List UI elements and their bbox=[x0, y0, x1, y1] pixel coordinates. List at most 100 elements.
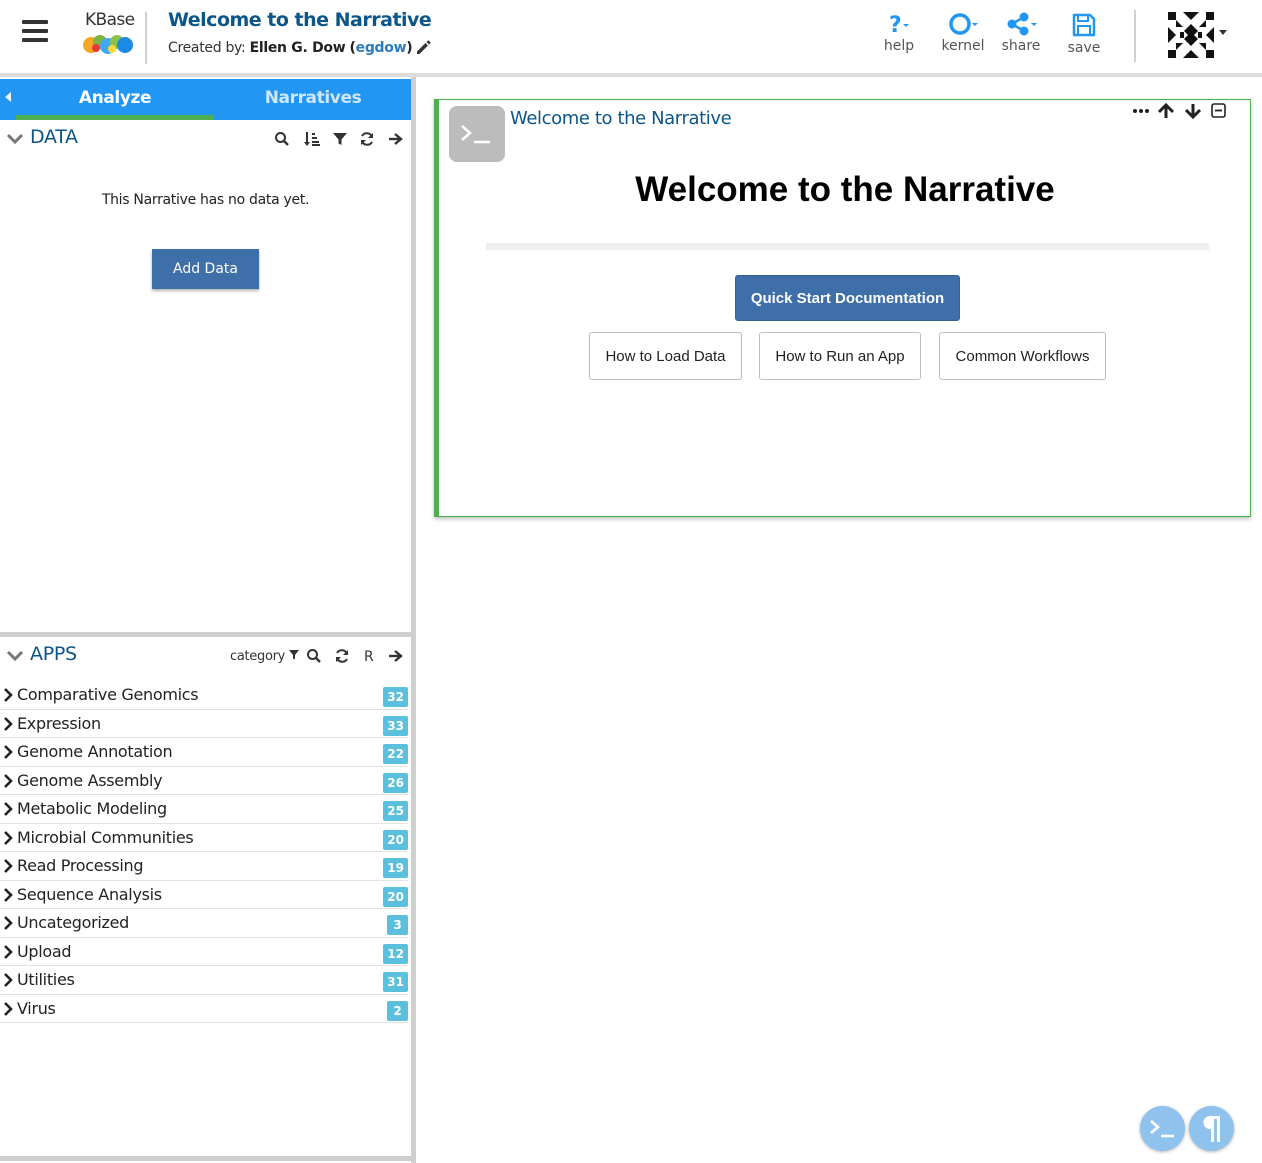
chevron-right-icon bbox=[4, 1001, 13, 1016]
question-icon: ? bbox=[889, 13, 909, 36]
category-count-badge: 12 bbox=[383, 943, 408, 964]
pencil-icon[interactable] bbox=[414, 37, 434, 57]
cell-title: Welcome to the Narrative bbox=[510, 108, 732, 129]
side-panel: Analyze Narratives DATA This Narrative h… bbox=[0, 77, 416, 1163]
chevron-right-icon bbox=[4, 916, 13, 930]
category-count-badge: 3 bbox=[387, 915, 408, 935]
data-section-header: DATA bbox=[0, 122, 411, 156]
logo-graphic-icon bbox=[83, 35, 133, 54]
add-data-button[interactable]: Add Data bbox=[152, 249, 259, 289]
owner-userid-link[interactable]: egdow bbox=[356, 40, 407, 56]
arrow-down-icon[interactable] bbox=[1184, 102, 1202, 120]
category-row-comparative-genomics[interactable]: Comparative Genomics 32 bbox=[0, 681, 408, 710]
chevron-right-icon bbox=[4, 887, 13, 902]
owner-paren-close: ) bbox=[406, 40, 413, 56]
run-app-button[interactable]: How to Run an App bbox=[759, 332, 921, 380]
floppy-icon bbox=[1072, 13, 1096, 37]
chevron-right-icon bbox=[4, 802, 13, 816]
category-count-badge: 26 bbox=[383, 772, 408, 793]
category-count-badge: 22 bbox=[383, 744, 408, 764]
category-row-utilities[interactable]: Utilities 31 bbox=[0, 966, 408, 995]
load-data-button[interactable]: How to Load Data bbox=[589, 332, 742, 380]
kernel-label: kernel bbox=[941, 38, 985, 54]
chevron-right-icon bbox=[4, 688, 13, 702]
terminal-icon bbox=[449, 106, 505, 162]
category-name: Metabolic Modeling bbox=[17, 799, 167, 818]
category-row-metabolic-modeling[interactable]: Metabolic Modeling 25 bbox=[0, 795, 408, 824]
category-name: Expression bbox=[17, 713, 101, 733]
category-row-virus[interactable]: Virus 2 bbox=[0, 995, 408, 1023]
category-name: Comparative Genomics bbox=[17, 685, 199, 704]
category-row-upload[interactable]: Upload 12 bbox=[0, 938, 408, 966]
markdown-cell[interactable]: Welcome to the Narrative Welcome to the … bbox=[434, 99, 1251, 517]
tab-analyze[interactable]: Analyze bbox=[16, 79, 214, 120]
ellipsis-icon[interactable] bbox=[1132, 102, 1150, 120]
category-count-badge: 2 bbox=[387, 1000, 408, 1021]
category-row-sequence-analysis[interactable]: Sequence Analysis 20 bbox=[0, 881, 408, 909]
horizontal-rule bbox=[486, 243, 1209, 250]
category-filter-dropdown[interactable]: category bbox=[230, 649, 299, 664]
quick-start-docs-button[interactable]: Quick Start Documentation bbox=[735, 275, 960, 321]
arrow-right-icon[interactable] bbox=[387, 648, 403, 664]
collapse-icon[interactable] bbox=[1210, 102, 1228, 120]
share-button[interactable]: share bbox=[993, 12, 1049, 62]
header-divider bbox=[145, 12, 147, 64]
share-icon bbox=[1007, 12, 1037, 36]
search-icon[interactable] bbox=[306, 648, 322, 664]
category-row-read-processing[interactable]: Read Processing 19 bbox=[0, 852, 408, 881]
category-name: Read Processing bbox=[17, 856, 144, 875]
menu-icon[interactable] bbox=[22, 20, 48, 42]
panel-divider bbox=[0, 1156, 411, 1161]
sort-icon[interactable] bbox=[304, 131, 320, 147]
chevron-down-icon[interactable] bbox=[6, 130, 24, 148]
filter-icon[interactable] bbox=[332, 131, 348, 147]
svg-text:?: ? bbox=[889, 13, 902, 36]
add-markdown-cell-button[interactable] bbox=[1189, 1106, 1234, 1151]
category-row-genome-annotation[interactable]: Genome Annotation 22 bbox=[0, 738, 408, 767]
created-by: Created by: Ellen G. Dow (egdow) bbox=[168, 40, 413, 56]
apps-section-header: APPS category R bbox=[0, 639, 411, 673]
category-name: Genome Annotation bbox=[17, 742, 173, 761]
save-button[interactable]: save bbox=[1056, 12, 1112, 62]
chevron-right-icon bbox=[4, 745, 13, 759]
collapse-panel-icon[interactable] bbox=[5, 92, 11, 102]
category-count-badge: 32 bbox=[383, 687, 408, 707]
chevron-right-icon bbox=[4, 716, 13, 731]
panel-resize-handle[interactable] bbox=[411, 77, 416, 1163]
arrow-up-icon[interactable] bbox=[1157, 102, 1175, 120]
logo-text: KBase bbox=[85, 10, 135, 30]
r-button[interactable]: R bbox=[364, 649, 374, 665]
panel-divider[interactable] bbox=[0, 632, 411, 637]
user-avatar[interactable] bbox=[1168, 12, 1214, 58]
category-count-badge: 25 bbox=[383, 801, 408, 821]
help-button[interactable]: ? help bbox=[871, 12, 927, 62]
narrative-title[interactable]: Welcome to the Narrative bbox=[168, 9, 432, 31]
owner-name: Ellen G. Dow bbox=[249, 40, 346, 56]
kbase-logo[interactable]: KBase bbox=[80, 10, 136, 58]
category-row-microbial-communities[interactable]: Microbial Communities 20 bbox=[0, 824, 408, 852]
tab-narratives[interactable]: Narratives bbox=[214, 79, 412, 120]
category-count-badge: 19 bbox=[383, 858, 408, 878]
chevron-down-icon[interactable] bbox=[1219, 30, 1227, 35]
category-name: Upload bbox=[17, 941, 72, 961]
add-code-cell-button[interactable] bbox=[1140, 1106, 1185, 1151]
category-row-genome-assembly[interactable]: Genome Assembly 26 bbox=[0, 767, 408, 795]
category-row-uncategorized[interactable]: Uncategorized 3 bbox=[0, 909, 408, 938]
header-divider bbox=[1134, 10, 1136, 62]
chevron-right-icon bbox=[4, 859, 13, 873]
category-row-expression[interactable]: Expression 33 bbox=[0, 710, 408, 738]
chevron-right-icon bbox=[4, 973, 13, 987]
search-icon[interactable] bbox=[274, 131, 290, 147]
empty-data-message: This Narrative has no data yet. bbox=[101, 192, 310, 208]
refresh-icon[interactable] bbox=[334, 648, 350, 664]
category-count-badge: 33 bbox=[383, 715, 408, 736]
chevron-down-icon[interactable] bbox=[6, 647, 24, 665]
arrow-right-icon[interactable] bbox=[387, 131, 403, 147]
share-label: share bbox=[1001, 38, 1041, 54]
refresh-icon[interactable] bbox=[359, 131, 375, 147]
common-workflows-button[interactable]: Common Workflows bbox=[939, 332, 1106, 380]
category-name: Virus bbox=[17, 998, 56, 1018]
kernel-button[interactable]: kernel bbox=[935, 12, 991, 62]
category-name: Utilities bbox=[17, 970, 75, 989]
category-name: Genome Assembly bbox=[17, 770, 163, 790]
